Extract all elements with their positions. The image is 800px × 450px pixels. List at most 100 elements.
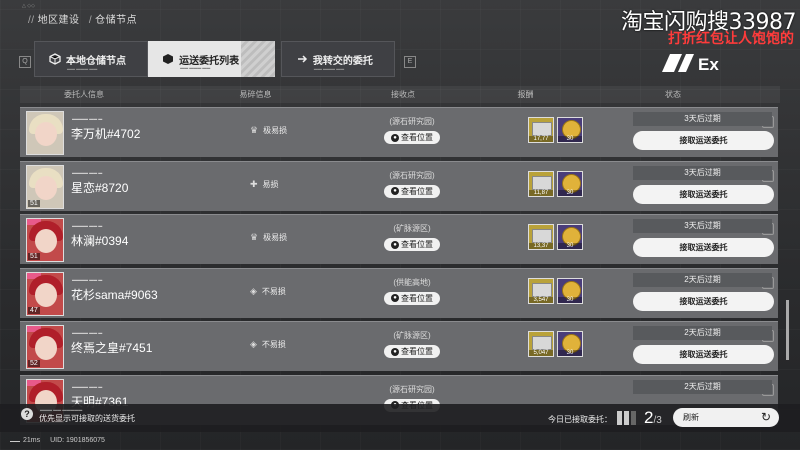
avatar: 51 xyxy=(26,164,64,209)
tab-my-transfers[interactable]: 我转交的委托 ▬▬ ▬▬▬ ▬▬ xyxy=(280,41,395,77)
location-pin-icon: ● xyxy=(391,133,399,142)
reward-item[interactable]: 17,77 xyxy=(528,117,554,143)
hint-subtext: ▬▬▬ ▬▬ ▬▬▬▬▬ xyxy=(40,407,83,412)
receive-region: (矿脉源区) xyxy=(393,331,431,340)
reward-item[interactable]: 5,047 xyxy=(528,331,554,357)
view-location-button[interactable]: ●查看位置 xyxy=(384,291,440,305)
reward-qty: 13,37 xyxy=(529,243,553,249)
receive-region: (供能高地) xyxy=(393,277,431,287)
fragility-icon: ♛ xyxy=(250,232,259,242)
help-icon[interactable]: ? xyxy=(21,408,33,420)
fragility-info: ♛ 极易损 xyxy=(250,232,287,243)
receive-region: (源石研究园) xyxy=(389,170,435,180)
meter-segment xyxy=(631,411,636,425)
level-badge: 51 xyxy=(28,199,40,207)
avatar: 52 xyxy=(26,325,64,369)
accepted-count: 2/3 xyxy=(644,408,662,428)
fragility-icon: ◈ xyxy=(250,285,257,296)
delivery-row[interactable]: 52 ▬▬▬▬ ▬▬ ▬ 终焉之皇#7451 ◈ 不易损 (矿脉源区) ● 查看位置 5,047… xyxy=(20,321,778,371)
cube-icon xyxy=(163,54,174,64)
avatar-face xyxy=(35,336,57,360)
client-name: 李万机#4702 xyxy=(71,127,141,141)
uid-value: UID: 1901856075 xyxy=(50,437,105,444)
fragility-icon: ✚ xyxy=(250,178,258,189)
client-name: 星恋#8720 xyxy=(71,180,129,195)
delivery-row[interactable]: 51 ▬▬▬▬ ▬▬ ▬ 星恋#8720 ✚ 易损 (源石研究园) ● 查看位置 11,87 30… xyxy=(20,160,778,211)
location-pin-icon: ● xyxy=(391,187,399,196)
view-location-button[interactable]: ●查看位置 xyxy=(384,184,440,198)
location-pin-icon: ● xyxy=(391,240,399,249)
reward-coin[interactable]: 30 xyxy=(557,170,583,197)
receive-region: (源石研究园) xyxy=(389,384,435,394)
ping-value: 21ms xyxy=(23,437,41,444)
avatar-face xyxy=(35,175,57,200)
client-name: 林澜#0394 xyxy=(71,234,129,248)
delivery-row[interactable]: ▬▬▬▬ ▬▬ ▬ 李万机#4702 ♛ 极易损 (源石研究园) ● 查看位置 17,77 30… xyxy=(20,107,778,157)
tab-subtext: ▬▬ ▬▬▬ ▬▬ xyxy=(313,66,345,71)
svg-text:Ex: Ex xyxy=(698,55,719,74)
meter-segment xyxy=(617,411,622,425)
breadcrumb-item-region[interactable]: 地区建设 xyxy=(38,15,80,26)
fragility-info: ✚ 易损 xyxy=(250,179,279,190)
expiry-label: 2天后过期 xyxy=(633,272,772,287)
reward-qty: 30 xyxy=(558,136,582,142)
priority-hint: 优先显示可接取的送货委托 xyxy=(39,414,135,423)
accept-delivery-button[interactable]: 接取运送委托 xyxy=(633,291,774,311)
transfer-icon xyxy=(297,55,307,63)
expiry-label: 3天后过期 xyxy=(633,165,772,180)
tab-local-storage[interactable]: 本地仓储节点 ▬▬ ▬▬▬ ▬▬ xyxy=(34,41,149,77)
delivery-row[interactable]: 47 ▬▬▬▬ ▬▬ ▬ 花杉sama#9063 ◈ 不易损 (供能高地) ● 查看位置 3,5… xyxy=(20,267,778,318)
scrollbar[interactable] xyxy=(786,300,789,360)
reward-item[interactable]: 13,37 xyxy=(528,224,554,250)
crate-icon xyxy=(532,282,552,297)
view-location-button[interactable]: ●查看位置 xyxy=(384,131,440,144)
reward-coin[interactable]: 30 xyxy=(557,277,583,304)
accept-delivery-button[interactable]: 接取运送委托 xyxy=(633,184,774,204)
delivery-row[interactable]: 51 ▬▬▬▬ ▬▬ ▬ 林澜#0394 ♛ 极易损 (矿脉源区) ● 查看位置 13,37 30… xyxy=(20,214,778,264)
fragility-info: ◈ 不易损 xyxy=(250,286,286,297)
client-subtext: ▬▬▬▬ ▬▬ ▬ xyxy=(72,276,103,282)
crate-icon xyxy=(532,122,552,136)
fragility-icon: ♛ xyxy=(250,125,259,135)
avatar xyxy=(26,111,64,155)
client-name: 花杉sama#9063 xyxy=(71,287,158,302)
client-subtext: ▬▬▬▬ ▬▬ ▬ xyxy=(72,169,103,175)
accept-delivery-button[interactable]: 接取运送委托 xyxy=(633,238,774,257)
column-header: 状态 xyxy=(665,90,681,99)
column-header: 易碎信息 xyxy=(239,90,272,99)
client-name: 终焉之皇#7451 xyxy=(71,341,153,355)
accept-delivery-button[interactable]: 接取运送委托 xyxy=(633,345,774,364)
fragility-label: 极易损 xyxy=(263,233,288,242)
fragility-icon: ◈ xyxy=(250,339,257,349)
tab-delivery-list[interactable]: 运送委托列表 ▬▬ ▬▬▬ ▬▬ xyxy=(148,41,249,77)
reward-coin[interactable]: 30 xyxy=(557,117,583,143)
tab-key-e: E xyxy=(404,56,416,68)
level-badge: 52 xyxy=(28,360,40,367)
view-location-label: 查看位置 xyxy=(401,186,433,196)
column-header: 委托人信息 xyxy=(64,90,104,99)
cube-icon xyxy=(49,53,61,65)
crate-icon xyxy=(532,336,552,350)
reward-item[interactable]: 11,87 xyxy=(528,170,554,197)
client-subtext: ▬▬▬▬ ▬▬ ▬ xyxy=(72,223,103,228)
location-pin-icon: ● xyxy=(391,294,399,303)
reward-coin[interactable]: 30 xyxy=(557,331,583,357)
client-subtext: ▬▬▬▬ ▬▬ ▬ xyxy=(72,383,103,389)
fragility-label: 不易损 xyxy=(261,340,286,349)
refresh-button[interactable]: 刷新 ↻ xyxy=(673,408,779,427)
breadcrumb: //地区建设 / 仓储节点 xyxy=(28,15,138,26)
accepted-today-label: 今日已接取委托： xyxy=(548,415,612,424)
accepted-meter xyxy=(617,411,641,425)
client-subtext: ▬▬▬▬ ▬▬ ▬ xyxy=(72,116,103,121)
reward-item[interactable]: 3,547 xyxy=(528,277,554,304)
table-header: 委托人信息 易碎信息 接收点 报酬 状态 xyxy=(20,86,780,103)
tab-divider-stripes xyxy=(241,41,275,77)
view-location-button[interactable]: ●查看位置 xyxy=(384,345,440,358)
reward-coin[interactable]: 30 xyxy=(557,224,583,250)
view-location-button[interactable]: ●查看位置 xyxy=(384,238,440,251)
tab-label: 我转交的委托 xyxy=(312,55,373,67)
reward-qty: 5,047 xyxy=(529,350,553,356)
tab-subtext: ▬▬ ▬▬▬ ▬▬ xyxy=(67,66,98,71)
refresh-icon: ↻ xyxy=(760,410,771,424)
accept-delivery-button[interactable]: 接取运送委托 xyxy=(633,131,774,150)
